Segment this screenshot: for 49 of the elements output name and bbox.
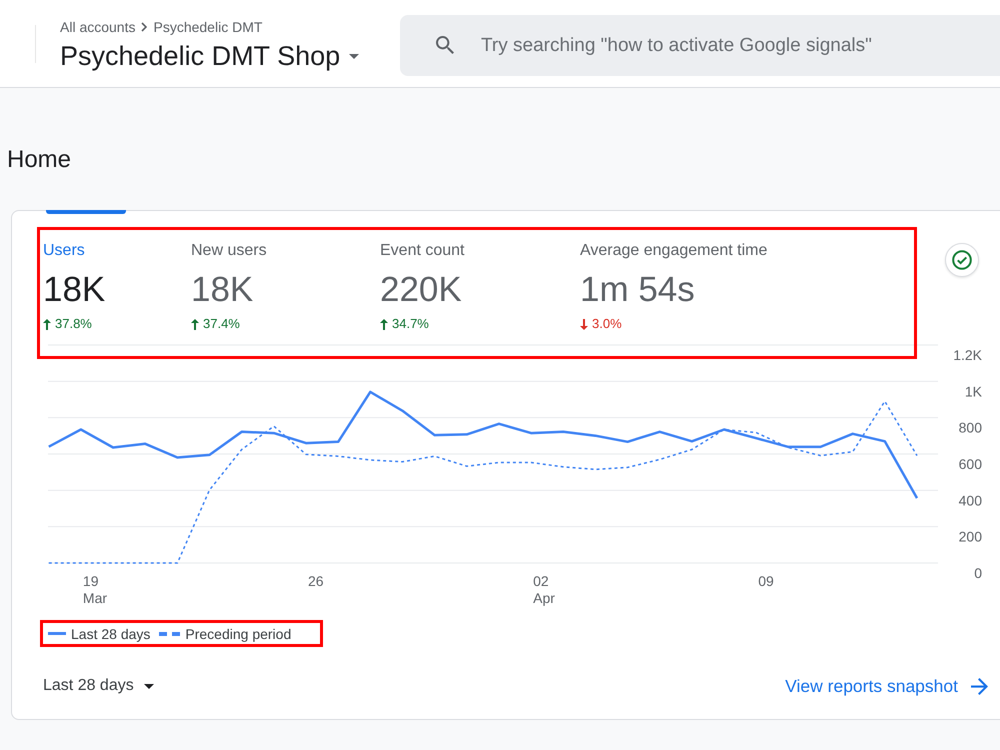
axis-label: 200 [958, 528, 982, 545]
metric-tab[interactable]: New users 18K 37.4% [191, 211, 380, 340]
solid-line-icon [48, 632, 66, 635]
percent-change: 34.7% [392, 316, 429, 332]
metric-tab[interactable]: Average engagement time 1m 54s 3.0% [580, 211, 945, 340]
axis-label: 19 Mar [82, 573, 108, 606]
property-selector[interactable]: Psychedelic DMT Shop [60, 40, 360, 72]
metric-value: 220K [380, 270, 462, 310]
metric-tab[interactable]: Users 18K 37.8% [43, 211, 191, 340]
search-icon [436, 36, 454, 54]
metric-value: 18K [43, 270, 106, 310]
legend-label: Last 28 days [71, 626, 150, 642]
legend-label: Preceding period [185, 626, 292, 642]
percent-change: 3.0% [592, 316, 622, 332]
axis-label: 26 [308, 573, 324, 589]
page-title: Home [7, 145, 72, 175]
metric-label: New users [191, 241, 267, 261]
axis-label: 09 [758, 573, 774, 589]
percent-change: 37.4% [203, 316, 240, 332]
chevron-right-icon [141, 22, 148, 32]
check-button[interactable] [945, 243, 979, 277]
check-circle-icon [952, 250, 972, 270]
breadcrumb-link[interactable]: All accounts [60, 18, 136, 36]
percent-change: 37.8% [55, 316, 92, 332]
metric-value: 18K [191, 270, 254, 310]
axis-label: 02 Apr [533, 573, 555, 606]
arrow-right-icon [971, 678, 988, 694]
arrow-down-icon [580, 318, 588, 330]
breadcrumb-link[interactable]: Psychedelic DMT [153, 18, 262, 36]
metric-label: Users [43, 241, 85, 261]
dashed-line-icon [159, 632, 180, 636]
metric-tab[interactable]: Event count 220K 34.7% [380, 211, 580, 340]
arrow-up-icon [191, 318, 199, 330]
view-reports-link[interactable]: View reports snapshot [785, 676, 988, 696]
caret-icon [144, 684, 154, 688]
axis-label: 600 [958, 456, 982, 472]
metric-value: 1m 54s [580, 270, 695, 310]
axis-label: 1K [964, 383, 982, 400]
axis-label: 400 [958, 492, 982, 508]
axis-label: 0 [974, 565, 982, 581]
date-range-dropdown[interactable]: Last 28 days [43, 677, 154, 695]
arrow-up-icon [43, 318, 51, 330]
metric-label: Event count [380, 241, 464, 261]
arrow-up-icon [380, 318, 388, 330]
axis-label: 800 [958, 420, 982, 436]
axis-label: 1.2K [953, 347, 982, 363]
metric-label: Average engagement time [580, 241, 768, 261]
caret-icon [349, 54, 360, 58]
search-field[interactable]: Try searching "how to activate Google signals" [400, 15, 1000, 76]
